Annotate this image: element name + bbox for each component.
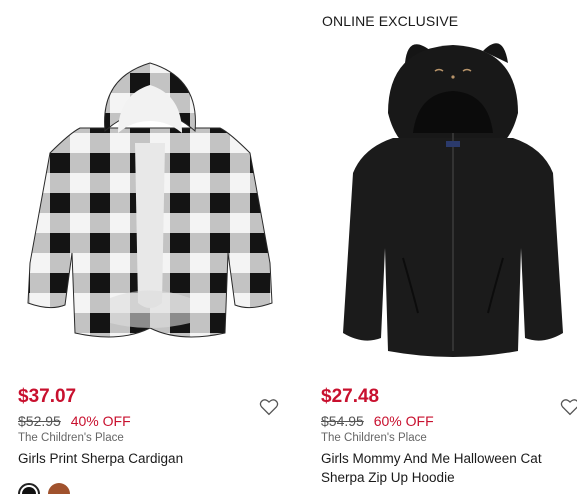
sale-price: $27.48	[321, 386, 380, 407]
product-name[interactable]: Girls Print Sherpa Cardigan	[18, 449, 268, 468]
color-swatch-brown[interactable]	[48, 483, 70, 494]
discount-label: 40% OFF	[70, 413, 131, 429]
plaid-cardigan-image	[27, 62, 273, 338]
product-name[interactable]: Girls Mommy And Me Halloween Cat Sherpa …	[321, 449, 571, 487]
original-price: $54.95	[321, 413, 364, 429]
heart-outline-icon[interactable]	[259, 398, 279, 416]
product-image[interactable]	[313, 33, 575, 363]
online-exclusive-badge: ONLINE EXCLUSIVE	[322, 13, 459, 29]
product-image[interactable]	[10, 33, 290, 363]
cat-hoodie-image	[343, 43, 563, 357]
sale-price: $37.07	[18, 386, 77, 407]
price-row: $52.95 40% OFF	[18, 413, 131, 429]
original-price: $52.95	[18, 413, 61, 429]
price-row: $54.95 60% OFF	[321, 413, 434, 429]
brand-name: The Children's Place	[321, 432, 427, 444]
heart-outline-icon[interactable]	[560, 398, 577, 416]
brand-name: The Children's Place	[18, 432, 124, 444]
product-card[interactable]: ONLINE EXCLUSIVE $27.48 $54.95 60% OFF T…	[303, 0, 577, 494]
color-swatch-black[interactable]	[18, 483, 40, 494]
discount-label: 60% OFF	[373, 413, 434, 429]
color-swatches	[18, 483, 70, 494]
product-card[interactable]: $37.07 $52.95 40% OFF The Children's Pla…	[0, 0, 300, 494]
